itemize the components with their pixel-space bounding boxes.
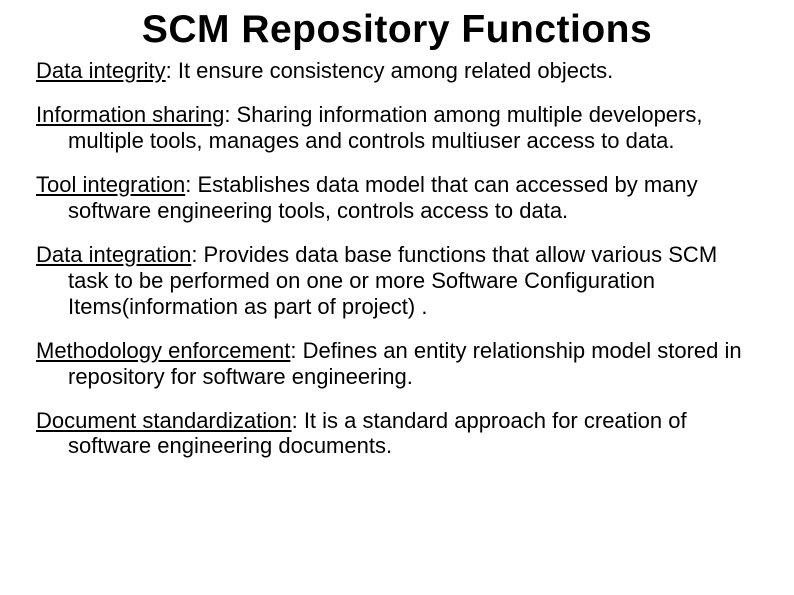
term-label: Data integrity xyxy=(36,58,166,83)
slide: SCM Repository Functions Data integrity:… xyxy=(0,0,794,595)
term-label: Document standardization xyxy=(36,408,292,433)
list-item: Data integration: Provides data base fun… xyxy=(36,242,758,320)
term-label: Tool integration xyxy=(36,172,185,197)
term-label: Data integration xyxy=(36,242,191,267)
list-item: Tool integration: Establishes data model… xyxy=(36,172,758,224)
page-title: SCM Repository Functions xyxy=(36,8,758,52)
list-item: Methodology enforcement: Defines an enti… xyxy=(36,338,758,390)
list-item: Information sharing: Sharing information… xyxy=(36,102,758,154)
list-item: Data integrity: It ensure consistency am… xyxy=(36,58,758,84)
term-label: Information sharing xyxy=(36,102,224,127)
list-item: Document standardization: It is a standa… xyxy=(36,408,758,460)
term-desc: : It ensure consistency among related ob… xyxy=(166,58,614,83)
term-label: Methodology enforcement xyxy=(36,338,290,363)
